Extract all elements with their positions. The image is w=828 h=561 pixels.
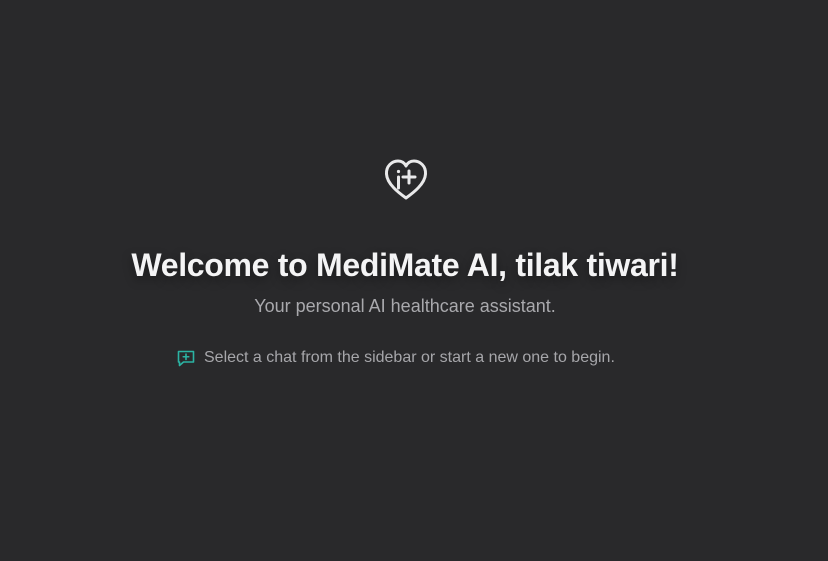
- page-title: Welcome to MediMate AI, tilak tiwari!: [131, 247, 679, 283]
- page-subtitle: Your personal AI healthcare assistant.: [254, 296, 556, 316]
- message-plus-icon: [176, 348, 196, 368]
- welcome-screen: Welcome to MediMate AI, tilak tiwari! Yo…: [0, 0, 828, 561]
- start-chat-hint: Select a chat from the sidebar or start …: [176, 347, 615, 369]
- heart-info-plus-icon: [383, 158, 429, 202]
- hint-text: Select a chat from the sidebar or start …: [204, 349, 615, 366]
